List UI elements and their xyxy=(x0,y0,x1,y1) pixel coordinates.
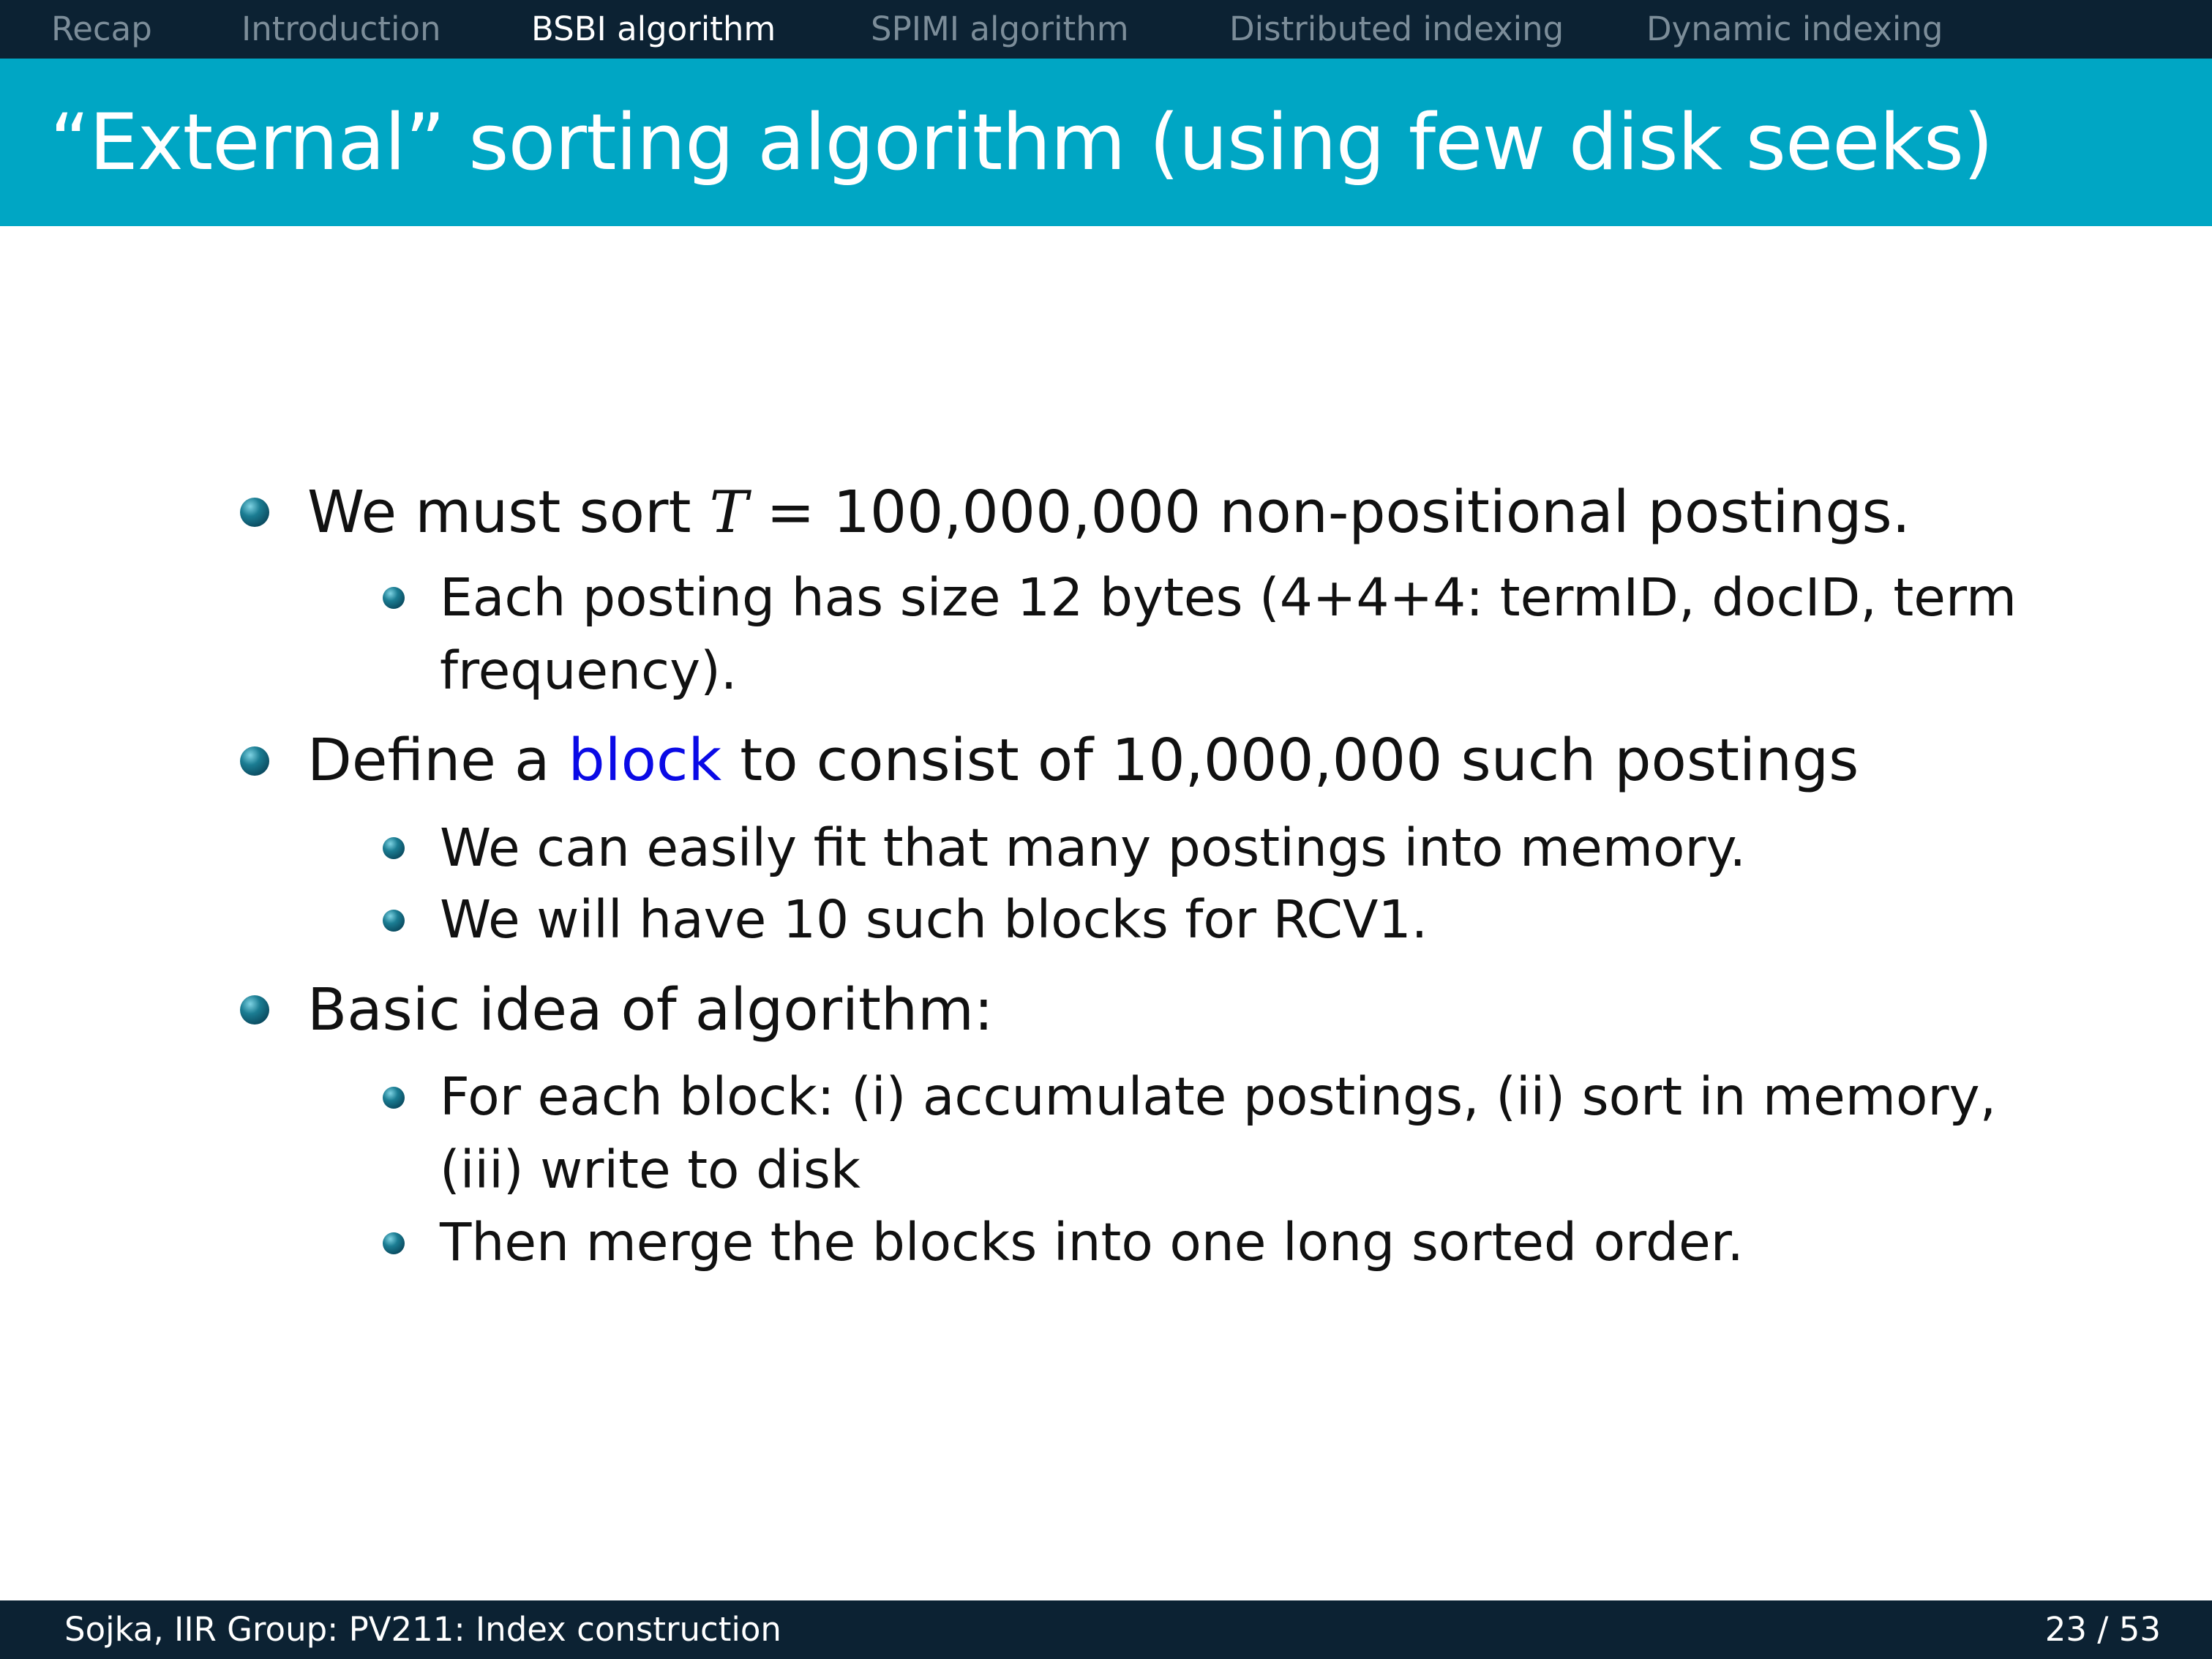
page-counter: 23 / 53 xyxy=(2045,1600,2161,1659)
bullet-2-text-before: Define a xyxy=(307,727,569,794)
bullet-2-text-after: to consist of 10,000,000 such postings xyxy=(721,727,1859,794)
sub-bullet-3-1-line-1: For each block: (i) accumulate postings,… xyxy=(440,1066,1997,1127)
bullet-1-text: We must sort T = 100,000,000 non-positio… xyxy=(307,477,1911,547)
sub-bullet-2-1: We can easily fit that many postings int… xyxy=(440,817,1747,878)
bullet-1-text-after: = 100,000,000 non-positional postings. xyxy=(748,479,1911,546)
page-total: 53 xyxy=(2118,1610,2161,1649)
page-current: 23 xyxy=(2044,1610,2087,1649)
footer-bar: Sojka, IIR Group: PV211: Index construct… xyxy=(0,1600,2212,1659)
section-navbar: Recap Introduction BSBI algorithm SPIMI … xyxy=(0,0,2212,59)
title-bar: “External” sorting algorithm (using few … xyxy=(0,59,2212,226)
nav-item-recap[interactable]: Recap xyxy=(51,0,152,59)
bullet-ball-icon xyxy=(240,995,269,1025)
sub-bullet-ball-icon xyxy=(383,1087,405,1109)
sub-bullet-3-1-line-2: (iii) write to disk xyxy=(440,1139,861,1200)
bullet-1-text-before: We must sort xyxy=(307,479,710,546)
sub-bullet-1-1-line-2: frequency). xyxy=(440,640,738,701)
sub-bullet-ball-icon xyxy=(383,1232,405,1254)
nav-item-introduction[interactable]: Introduction xyxy=(241,0,441,59)
nav-item-distributed-indexing[interactable]: Distributed indexing xyxy=(1229,0,1564,59)
sub-bullet-ball-icon xyxy=(383,837,405,859)
sub-bullet-ball-icon xyxy=(383,910,405,932)
sub-bullet-3-2: Then merge the blocks into one long sort… xyxy=(440,1212,1744,1273)
nav-item-dynamic-indexing[interactable]: Dynamic indexing xyxy=(1646,0,1943,59)
sub-bullet-2-2: We will have 10 such blocks for RCV1. xyxy=(440,889,1428,950)
sub-bullet-ball-icon xyxy=(383,587,405,609)
bullet-2-text: Define a block to consist of 10,000,000 … xyxy=(307,725,1859,795)
bullet-3-text: Basic idea of algorithm: xyxy=(307,976,994,1044)
sub-bullet-1-1-line-1: Each posting has size 12 bytes (4+4+4: t… xyxy=(440,567,2017,628)
math-variable-t: T xyxy=(709,479,749,546)
page-separator: / xyxy=(2086,1610,2119,1649)
keyword-block: block xyxy=(568,727,722,794)
bullet-ball-icon xyxy=(240,498,269,527)
nav-item-spimi-algorithm[interactable]: SPIMI algorithm xyxy=(871,0,1129,59)
nav-item-bsbi-algorithm[interactable]: BSBI algorithm xyxy=(531,0,776,59)
bullet-ball-icon xyxy=(240,746,269,776)
slide-title: “External” sorting algorithm (using few … xyxy=(50,97,1993,187)
footer-author-title: Sojka, IIR Group: PV211: Index construct… xyxy=(64,1610,781,1649)
